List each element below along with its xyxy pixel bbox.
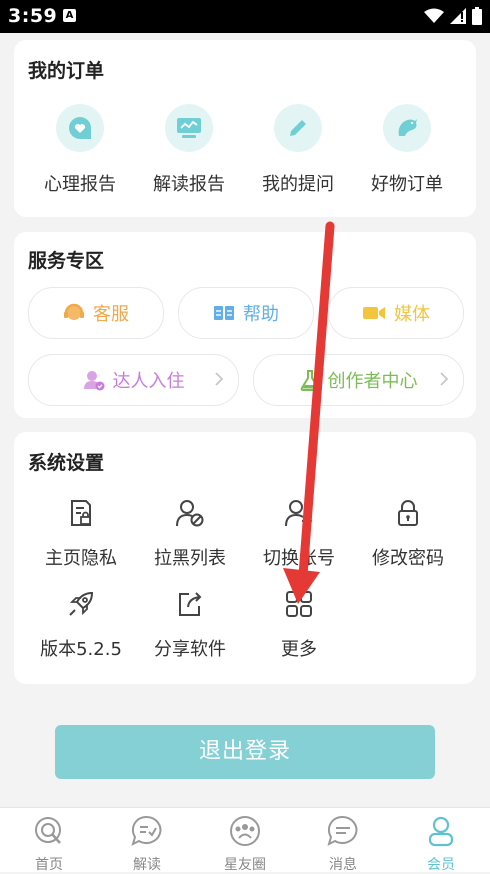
status-bar: 3:59 A: [0, 0, 490, 33]
tab-label: 消息: [329, 857, 357, 873]
bottom-tab-bar: 首页 解读 星友圈 消息 会员: [0, 807, 490, 874]
system-settings-card: 系统设置 主页隐私 拉黑列表 切换账号 修改密码 版本5.2.5 分享软件 更多: [14, 432, 476, 684]
status-indicators: [424, 6, 482, 26]
signal-icon: [450, 8, 466, 24]
settings-label: 切换账号: [263, 548, 335, 569]
change-password-button[interactable]: 修改密码: [353, 498, 463, 570]
customer-service-button[interactable]: 客服: [28, 287, 164, 339]
service-card: 服务专区 客服 帮助 媒体 达人入住 创作者中心: [14, 232, 476, 418]
tab-member[interactable]: 会员: [392, 814, 490, 874]
pencil-icon: [274, 104, 322, 152]
tab-label: 解读: [133, 857, 161, 873]
user-badge-icon: [83, 371, 104, 391]
tab-label: 首页: [35, 857, 63, 873]
video-camera-icon: [363, 307, 385, 319]
service-label: 媒体: [394, 304, 430, 325]
battery-icon: [472, 7, 482, 25]
order-label: 我的提问: [262, 174, 334, 195]
chat-list-icon: [131, 815, 162, 846]
headset-icon: [64, 303, 84, 320]
order-my-questions[interactable]: 我的提问: [248, 104, 348, 196]
book-icon: [214, 306, 234, 320]
notification-icon: A: [63, 9, 76, 22]
tab-label: 会员: [427, 857, 455, 873]
blacklist-button[interactable]: 拉黑列表: [135, 498, 245, 570]
group-icon: [230, 816, 260, 846]
status-time: 3:59: [8, 5, 58, 27]
chevron-right-icon: [440, 372, 449, 386]
wifi-icon: [424, 8, 444, 23]
tab-interpret[interactable]: 解读: [98, 814, 196, 874]
order-interpret-report[interactable]: 解读报告: [139, 104, 239, 196]
user-block-icon: [176, 500, 204, 527]
tab-messages[interactable]: 消息: [294, 814, 392, 874]
tab-label: 星友圈: [224, 857, 266, 873]
message-icon: [327, 815, 358, 846]
user-switch-icon: [285, 500, 313, 527]
document-lock-icon: [71, 500, 91, 526]
my-orders-title: 我的订单: [28, 60, 105, 82]
flask-icon: [300, 370, 319, 391]
service-label: 客服: [93, 304, 129, 325]
service-title: 服务专区: [28, 250, 105, 272]
dolphin-icon: [383, 104, 431, 152]
tab-home[interactable]: 首页: [0, 814, 98, 874]
settings-label: 修改密码: [372, 548, 444, 569]
version-button[interactable]: 版本5.2.5: [26, 589, 136, 661]
chevron-right-icon: [215, 372, 224, 386]
logout-button[interactable]: 退出登录: [55, 725, 435, 779]
user-icon: [428, 816, 454, 847]
homepage-privacy-button[interactable]: 主页隐私: [26, 498, 136, 570]
more-button[interactable]: 更多: [244, 589, 354, 661]
media-button[interactable]: 媒体: [328, 287, 464, 339]
lock-icon: [398, 500, 418, 526]
my-orders-card: 我的订单 心理报告 解读报告 我的提问 好物订单: [14, 40, 476, 217]
settings-label: 分享软件: [154, 639, 226, 660]
talent-join-button[interactable]: 达人入住: [28, 354, 239, 406]
settings-title: 系统设置: [28, 452, 105, 474]
heart-chat-icon: [56, 104, 104, 152]
rocket-icon: [69, 591, 94, 616]
order-goods[interactable]: 好物订单: [357, 104, 457, 196]
service-label: 达人入住: [112, 371, 185, 392]
help-button[interactable]: 帮助: [178, 287, 314, 339]
settings-label: 版本5.2.5: [40, 639, 122, 660]
service-label: 创作者中心: [327, 371, 418, 392]
settings-label: 更多: [281, 639, 317, 660]
home-icon: [35, 817, 61, 844]
share-app-button[interactable]: 分享软件: [135, 589, 245, 661]
order-label: 心理报告: [44, 174, 116, 195]
service-label: 帮助: [243, 304, 279, 325]
settings-label: 主页隐私: [45, 548, 117, 569]
switch-account-button[interactable]: 切换账号: [244, 498, 354, 570]
grid-icon: [286, 591, 312, 617]
monitor-chart-icon: [165, 104, 213, 152]
order-label: 好物订单: [371, 174, 443, 195]
order-psych-report[interactable]: 心理报告: [30, 104, 130, 196]
creator-center-button[interactable]: 创作者中心: [253, 354, 464, 406]
share-icon: [179, 592, 202, 616]
tab-star-circle[interactable]: 星友圈: [196, 814, 294, 874]
settings-label: 拉黑列表: [154, 548, 226, 569]
order-label: 解读报告: [153, 174, 225, 195]
